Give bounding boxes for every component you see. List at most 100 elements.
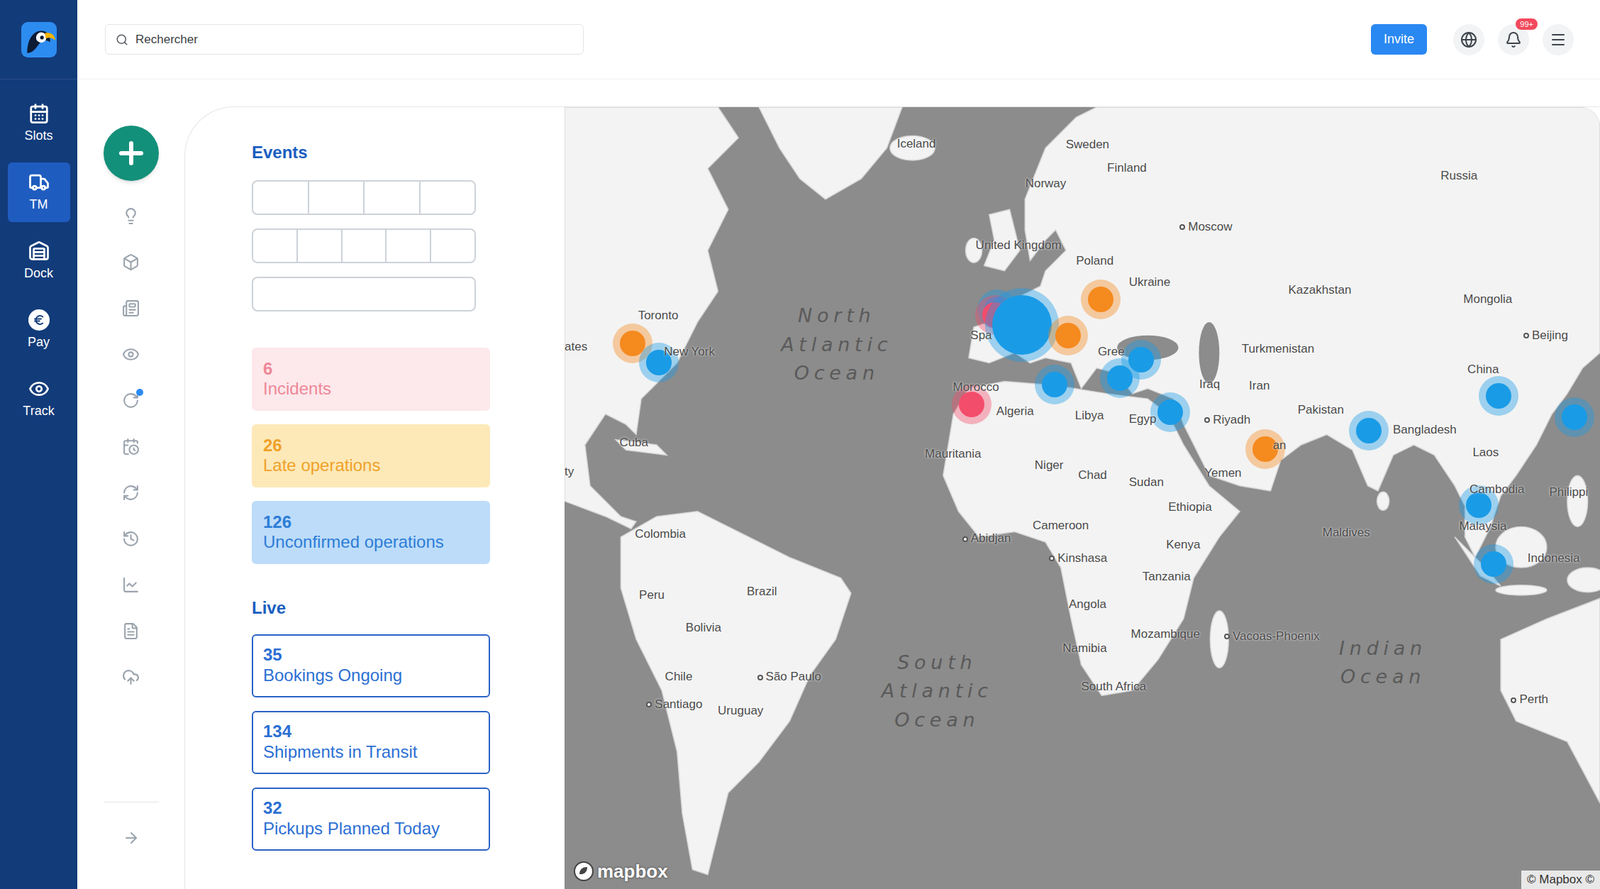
live-count: 32: [263, 797, 479, 819]
tool-item[interactable]: [107, 285, 154, 332]
tool-item[interactable]: [107, 239, 154, 286]
map-marker[interactable]: [1478, 375, 1519, 416]
marker-core: [992, 295, 1052, 355]
live-count: 134: [263, 721, 479, 742]
tool-item[interactable]: [107, 561, 154, 608]
map-marker[interactable]: [1473, 543, 1514, 584]
event-label: Unconfirmed operations: [263, 531, 479, 553]
tool-list: [107, 192, 154, 700]
ocean-label: Indian Ocean: [1339, 634, 1427, 692]
marker-core: [958, 391, 985, 418]
place-label: Turkmenistan: [1241, 341, 1315, 357]
nav-item[interactable]: TM: [7, 162, 71, 222]
logo[interactable]: [0, 0, 78, 80]
tool-item[interactable]: [107, 331, 154, 378]
topbar-actions: Invite 99+: [1370, 24, 1574, 56]
filter-segment: [342, 229, 388, 262]
place-label: Colombia: [634, 526, 686, 542]
place-label: Libya: [1075, 408, 1105, 423]
eye-icon: [28, 378, 50, 400]
map-marker[interactable]: [1554, 397, 1595, 437]
main-nav: Slots TM Dock Pay Track: [0, 79, 78, 429]
filter-segment: [253, 278, 475, 310]
live-card[interactable]: 134Shipments in Transit: [251, 710, 491, 774]
ocean-label: North Atlantic Ocean: [780, 301, 893, 388]
truck-icon: [28, 171, 50, 193]
filter-segment: [420, 181, 476, 214]
warehouse-icon: [28, 240, 50, 262]
place-label: Cuba: [619, 435, 649, 450]
place-label: Mozambique: [1131, 626, 1200, 642]
place-label: Sweden: [1065, 137, 1110, 152]
language-button[interactable]: [1453, 24, 1485, 56]
eye-icon: [121, 345, 140, 364]
place-label: Kazakhstan: [1288, 282, 1352, 298]
map-marker[interactable]: [985, 287, 1059, 362]
event-label: Incidents: [263, 378, 479, 400]
place-label: Iceland: [897, 136, 937, 152]
event-card[interactable]: 26Late operations: [251, 424, 491, 488]
city-dot-icon: [1048, 555, 1055, 561]
calendar-icon: [28, 102, 50, 125]
filter-field[interactable]: [251, 228, 476, 264]
search-field[interactable]: Rechercher: [104, 24, 584, 55]
map-marker[interactable]: [1048, 315, 1088, 356]
live-card[interactable]: 35Bookings Ongoing: [251, 634, 491, 698]
place-label: Toronto: [638, 308, 679, 323]
chart-line-icon: [121, 575, 140, 594]
tool-item[interactable]: [107, 515, 154, 562]
city-label: Abidjan: [962, 531, 1012, 546]
add-button[interactable]: [103, 125, 159, 181]
nav-item[interactable]: Track: [7, 368, 71, 429]
event-card[interactable]: 6Incidents: [251, 347, 491, 411]
tool-item[interactable]: [107, 653, 154, 700]
menu-button[interactable]: [1542, 24, 1574, 56]
tool-item[interactable]: [107, 192, 154, 240]
topbar: Rechercher Invite 99+: [77, 0, 1600, 80]
notification-badge: 99+: [1515, 18, 1538, 30]
arrow-right-icon[interactable]: [122, 829, 140, 847]
toucan-logo-icon: [21, 21, 57, 58]
place-label: ates: [564, 339, 588, 354]
nav-item[interactable]: Slots: [7, 93, 71, 154]
filter-field[interactable]: [251, 276, 476, 312]
tool-item[interactable]: [107, 607, 154, 654]
place-label: Angola: [1068, 597, 1107, 612]
live-card[interactable]: 32Pickups Planned Today: [251, 787, 491, 851]
filter-segment: [431, 229, 475, 262]
search-icon: [115, 33, 129, 47]
nav-item[interactable]: Dock: [7, 231, 71, 291]
place-label: Mongolia: [1463, 292, 1513, 307]
map-marker[interactable]: [1348, 410, 1389, 451]
invite-button[interactable]: Invite: [1370, 24, 1427, 55]
tool-item[interactable]: [107, 423, 154, 470]
place-label: Finland: [1107, 160, 1147, 176]
filter-fields: [251, 180, 565, 312]
map-marker[interactable]: [1034, 364, 1075, 405]
tool-item[interactable]: [107, 377, 154, 424]
event-cards: 6Incidents 26Late operations 126Unconfirme…: [251, 347, 565, 564]
place-label: Malaysia: [1458, 519, 1507, 534]
filter-field[interactable]: [251, 180, 476, 215]
map-marker[interactable]: [1121, 339, 1161, 380]
marker-core: [1087, 286, 1114, 313]
nav-item[interactable]: Pay: [7, 300, 71, 360]
event-label: Late operations: [263, 455, 479, 476]
event-count: 6: [263, 358, 479, 380]
notifications-button[interactable]: 99+: [1497, 24, 1530, 56]
city-label: Beijing: [1523, 328, 1569, 343]
workspace: RechercherInvite99+Events6Incidents26Lat…: [77, 0, 1600, 889]
marker-core: [1561, 404, 1588, 430]
nav-label: Dock: [24, 265, 54, 282]
map[interactable]: IcelandSwedenFinlandNorwayRussiaMoscowUn…: [564, 107, 1600, 889]
tool-item[interactable]: [107, 469, 154, 516]
box-icon: [121, 253, 140, 271]
place-label: Norway: [1025, 176, 1067, 191]
map-marker[interactable]: [1080, 279, 1121, 320]
event-card[interactable]: 126Unconfirmed operations: [251, 500, 491, 564]
map-attribution[interactable]: © Mapbox ©: [1521, 870, 1600, 889]
map-marker[interactable]: [1150, 392, 1191, 432]
mapbox-logo[interactable]: mapbox: [573, 860, 669, 882]
event-count: 26: [263, 435, 479, 457]
filter-segment: [364, 181, 421, 214]
